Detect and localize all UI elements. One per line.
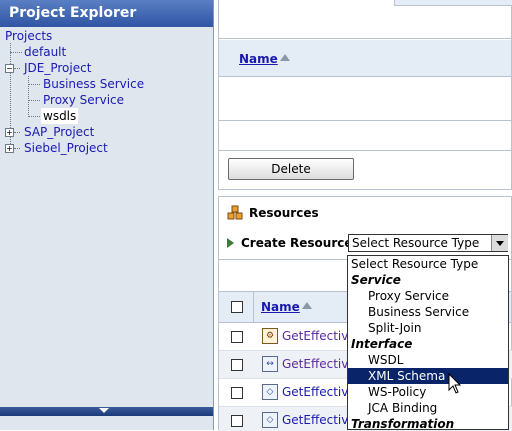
expand-icon[interactable]: + xyxy=(5,144,14,153)
sort-ascending-icon[interactable] xyxy=(302,302,312,309)
option-group-transformation: Transformation xyxy=(351,417,455,430)
option-group-service: Service xyxy=(351,273,401,287)
row-checkbox[interactable] xyxy=(231,331,243,343)
tree-line xyxy=(14,132,20,133)
resource-link[interactable]: GetEffective xyxy=(282,329,356,343)
option-jca-binding[interactable]: JCA Binding xyxy=(348,400,508,416)
resource-type-dropdown-list[interactable]: Select Resource Type Service Proxy Servi… xyxy=(347,255,509,430)
option-select-resource-type[interactable]: Select Resource Type xyxy=(348,256,508,272)
row-checkbox[interactable] xyxy=(231,387,243,399)
name-column-header[interactable]: Name xyxy=(239,52,278,66)
tree-node-projects[interactable]: Projects xyxy=(5,28,52,44)
tree-node-siebel-project[interactable]: Siebel_Project xyxy=(24,140,108,156)
delete-button[interactable]: Delete xyxy=(228,158,354,180)
option-wsdl[interactable]: WSDL xyxy=(348,352,508,368)
wsdl-file-icon: ◇ xyxy=(262,384,278,400)
chevron-down-icon[interactable] xyxy=(491,235,508,251)
option-ws-policy[interactable]: WS-Policy xyxy=(348,384,508,400)
resources-title: Resources xyxy=(249,206,319,220)
tree-line xyxy=(14,148,20,149)
option-group-interface: Interface xyxy=(351,337,413,351)
tree-node-jde-project[interactable]: JDE_Project xyxy=(24,60,91,76)
option-xml-schema[interactable]: XML Schema xyxy=(348,368,508,384)
resources-icon xyxy=(227,205,243,221)
project-explorer-pane: Project Explorer Projects default − JDE_… xyxy=(0,0,214,430)
tree-line xyxy=(28,116,40,117)
expand-icon[interactable]: + xyxy=(5,128,14,137)
table-header-row: Name xyxy=(219,40,511,77)
tree-line xyxy=(28,84,40,85)
explorer-title: Project Explorer xyxy=(0,0,213,27)
divider xyxy=(219,38,512,39)
row-checkbox[interactable] xyxy=(231,415,243,427)
tree-node-business-service[interactable]: Business Service xyxy=(43,76,144,92)
option-proxy-service[interactable]: Proxy Service xyxy=(348,288,508,304)
mouse-cursor-icon xyxy=(448,372,462,395)
tree-line xyxy=(14,68,20,69)
top-table-panel: Name Delete xyxy=(218,0,512,190)
divider xyxy=(219,150,512,151)
collapse-icon[interactable]: − xyxy=(5,64,14,73)
proxy-service-icon: ⚙ xyxy=(262,328,278,344)
tree-line xyxy=(28,100,40,101)
sort-ascending-icon[interactable] xyxy=(280,54,290,61)
tree-node-sap-project[interactable]: SAP_Project xyxy=(24,124,94,140)
tree-line xyxy=(28,76,29,117)
resource-link[interactable]: GetEffective xyxy=(282,357,356,371)
project-tree: Projects default − JDE_Project Business … xyxy=(0,27,213,407)
option-split-join[interactable]: Split-Join xyxy=(348,320,508,336)
select-all-checkbox[interactable] xyxy=(231,301,243,313)
create-resource-label: Create Resource: xyxy=(241,236,358,250)
name-column-header[interactable]: Name xyxy=(261,300,300,314)
resource-link[interactable]: GetEffective xyxy=(282,413,356,427)
business-service-icon: ↔ xyxy=(262,356,278,372)
select-value: Select Resource Type xyxy=(352,236,480,250)
resource-link[interactable]: GetEffective xyxy=(282,385,356,399)
resource-type-select[interactable]: Select Resource Type xyxy=(348,234,508,252)
wsdl-file-icon: ◇ xyxy=(262,412,278,428)
tree-node-proxy-service[interactable]: Proxy Service xyxy=(43,92,124,108)
column-divider xyxy=(253,292,254,322)
row-checkbox[interactable] xyxy=(231,359,243,371)
tree-line xyxy=(10,52,22,53)
divider xyxy=(219,120,512,121)
top-tab-remnant xyxy=(394,0,512,6)
option-business-service[interactable]: Business Service xyxy=(348,304,508,320)
play-arrow-icon xyxy=(227,238,234,248)
tree-node-wsdls[interactable]: wsdls xyxy=(41,108,79,124)
explorer-bottom-area xyxy=(0,416,213,430)
chevron-down-icon[interactable] xyxy=(99,408,109,413)
tree-node-default[interactable]: default xyxy=(24,44,66,60)
